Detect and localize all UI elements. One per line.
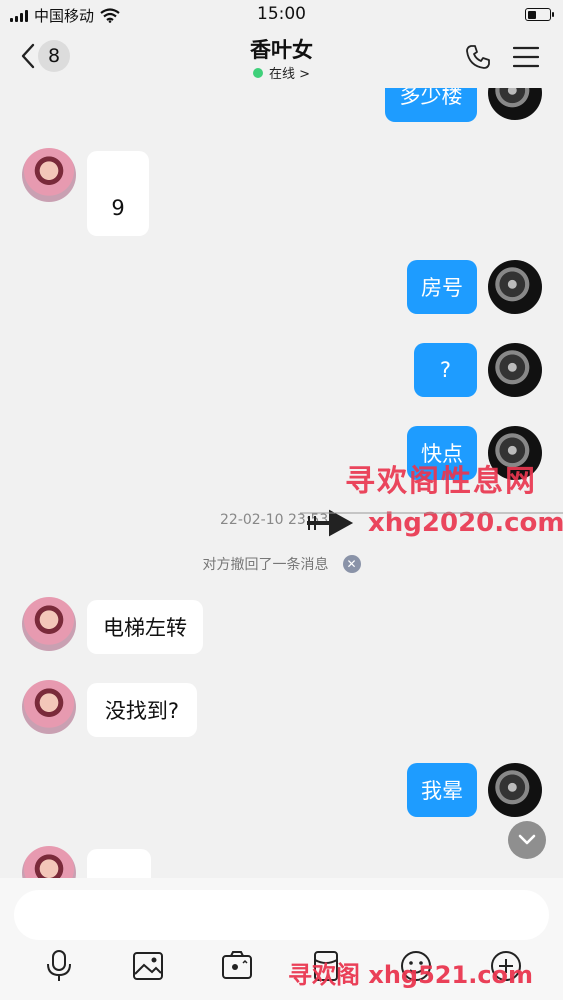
contact-avatar[interactable] [22,597,76,651]
my-avatar[interactable] [488,88,542,120]
message-bubble-outgoing[interactable]: 我晕 [407,763,477,817]
battery-fill [527,10,536,19]
watermark-line [300,512,563,514]
message-bubble-outgoing[interactable]: ? [414,343,477,397]
watermark-bottom: 寻欢阁 xhg521.com [288,961,534,989]
mic-icon[interactable] [45,950,73,982]
message-input[interactable] [14,890,549,940]
message-list[interactable]: 多少楼 9 房号 ? 快点 22-02-10 23:53 对方撤回了一条消息 ✕… [0,88,563,878]
my-avatar[interactable] [488,763,542,817]
scroll-to-bottom-button[interactable] [508,821,546,859]
status-bar: 中国移动 15:00 [0,0,563,30]
online-dot-icon [252,67,263,78]
menu-icon[interactable] [513,44,539,70]
contact-avatar[interactable] [22,680,76,734]
message-bubble-incoming[interactable]: 没找到? [87,683,197,737]
message-bubble-incoming[interactable]: 904 [87,849,151,878]
my-avatar[interactable] [488,343,542,397]
message-bubble-outgoing[interactable]: 房号 [407,260,477,314]
camera-icon[interactable] [221,950,253,982]
close-icon[interactable]: ✕ [342,555,361,573]
online-status-label: 在线 > [268,67,311,82]
recall-notice: 对方撤回了一条消息 ✕ [0,554,563,574]
contact-avatar[interactable] [22,148,76,202]
message-bubble-outgoing[interactable]: 多少楼 [385,88,477,122]
composer: 寻欢阁 xhg521.com [0,878,563,1000]
contact-avatar[interactable] [22,846,76,878]
watermark-text: 寻欢阁性息网 [345,464,537,499]
chat-header: 8 香叶女 在线 > [0,30,563,88]
my-avatar[interactable] [488,260,542,314]
message-bubble-incoming[interactable]: 电梯左转 [87,600,203,654]
image-icon[interactable] [132,950,164,982]
recall-notice-text: 对方撤回了一条消息 [202,557,329,573]
clock: 15:00 [257,4,306,24]
chevron-down-icon [518,834,536,845]
message-bubble-incoming[interactable]: 9 [87,151,149,236]
battery-icon [525,8,554,21]
phone-icon[interactable] [465,44,491,70]
